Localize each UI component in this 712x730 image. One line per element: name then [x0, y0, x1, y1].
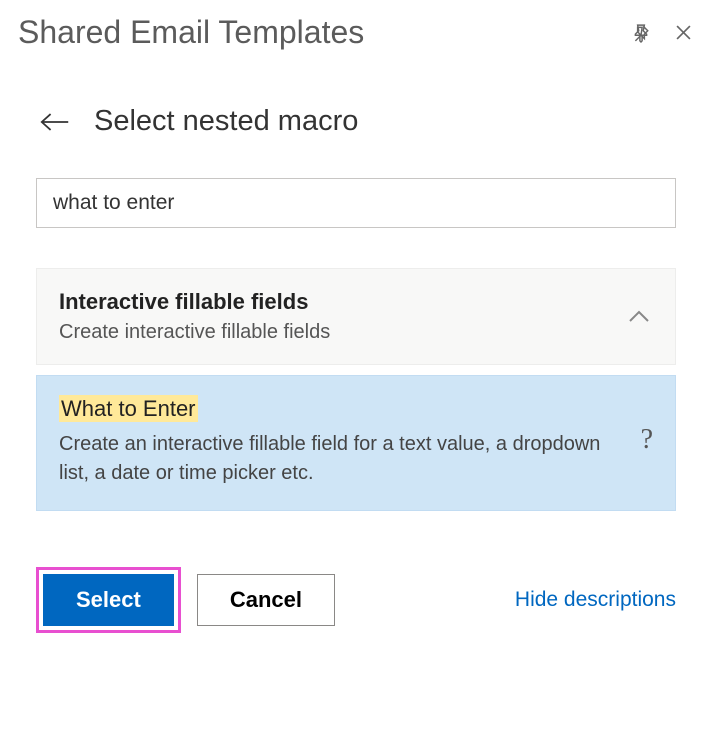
macro-item-what-to-enter[interactable]: What to Enter Create an interactive fill…: [36, 375, 676, 511]
pin-icon[interactable]: [630, 22, 652, 44]
chevron-up-icon: [625, 303, 653, 331]
category-title: Interactive fillable fields: [59, 289, 609, 315]
search-input[interactable]: [36, 178, 676, 228]
close-icon[interactable]: [672, 22, 694, 44]
macro-title: What to Enter: [59, 396, 198, 422]
select-button-highlight: Select: [36, 567, 181, 633]
cancel-button[interactable]: Cancel: [197, 574, 335, 626]
category-interactive-fillable-fields[interactable]: Interactive fillable fields Create inter…: [36, 268, 676, 365]
page-title: Select nested macro: [94, 105, 358, 138]
window-title: Shared Email Templates: [18, 14, 630, 51]
macro-description: Create an interactive fillable field for…: [59, 430, 625, 488]
category-description: Create interactive fillable fields: [59, 321, 609, 344]
back-button[interactable]: [40, 107, 70, 137]
hide-descriptions-link[interactable]: Hide descriptions: [515, 588, 676, 612]
select-button[interactable]: Select: [43, 574, 174, 626]
help-icon[interactable]: ?: [641, 424, 653, 456]
